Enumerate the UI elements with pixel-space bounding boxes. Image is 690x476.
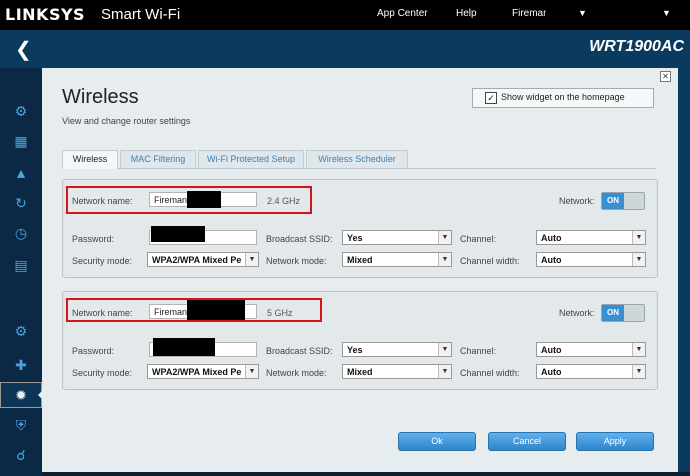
redacted-password — [151, 226, 205, 242]
gear-icon[interactable]: ⚙ — [12, 322, 30, 340]
chevron-down-icon[interactable]: ▼ — [438, 343, 451, 356]
wireless-icon[interactable]: ✹ — [12, 386, 30, 404]
security-mode-label: Security mode: — [72, 368, 133, 378]
page-title: Wireless — [62, 86, 139, 108]
show-widget-label: Show widget on the homepage — [501, 92, 625, 102]
tab-mac-filtering[interactable]: MAC Filtering — [120, 150, 196, 168]
speed-icon[interactable]: ↻ — [12, 194, 30, 212]
channel-label: Channel: — [460, 346, 497, 356]
apply-button[interactable]: Apply — [576, 432, 654, 451]
calendar-icon[interactable]: ▦ — [12, 132, 30, 150]
back-icon[interactable]: ❮ — [15, 37, 32, 62]
chevron-down-icon[interactable]: ▼ — [438, 253, 451, 266]
highlight-box — [66, 298, 322, 322]
network-mode-label: Network mode: — [266, 368, 327, 378]
chevron-down-icon[interactable]: ▼ — [578, 8, 587, 18]
broadcast-ssid-select[interactable]: Yes ▼ — [342, 230, 452, 245]
security-mode-value: WPA2/WPA Mixed Pe — [152, 255, 242, 265]
network-map-icon[interactable]: ⚙ — [12, 102, 30, 120]
page-subtitle: View and change router settings — [62, 116, 191, 126]
user-menu[interactable]: Fireman — [512, 8, 549, 19]
network-mode-value: Mixed — [347, 367, 373, 377]
toggle-on-label: ON — [602, 305, 624, 321]
shield-icon[interactable]: ⛨ — [12, 416, 30, 434]
redacted-username — [546, 5, 576, 21]
clock-icon[interactable]: ◷ — [12, 224, 30, 242]
network-label: Network: — [559, 196, 595, 206]
tab-bar: Wireless MAC Filtering Wi-Fi Protected S… — [62, 150, 656, 169]
wireless-panel: ✕ Wireless View and change router settin… — [42, 68, 678, 472]
channel-value: Auto — [541, 345, 562, 355]
close-icon[interactable]: ✕ — [660, 71, 671, 82]
headset-icon[interactable]: ☌ — [12, 446, 30, 464]
security-mode-select[interactable]: WPA2/WPA Mixed Pe ▼ — [147, 252, 259, 267]
channel-label: Channel: — [460, 234, 497, 244]
redacted-password — [153, 338, 215, 356]
chevron-down-icon[interactable]: ▼ — [632, 365, 645, 378]
app-name: Smart Wi-Fi — [101, 6, 181, 23]
chevron-down-icon[interactable]: ▼ — [632, 343, 645, 356]
chevron-down-icon[interactable]: ▼ — [438, 365, 451, 378]
tab-wireless-scheduler[interactable]: Wireless Scheduler — [306, 150, 408, 168]
channel-select[interactable]: Auto ▼ — [536, 230, 646, 245]
show-widget-toggle[interactable]: ✓ Show widget on the homepage — [472, 88, 654, 108]
sidebar: ⚙ ▦ ▲ ↻ ◷ ▤ ⚙ ✚ ✹ ⛨ ☌ — [0, 68, 43, 476]
broadcast-ssid-value: Yes — [347, 233, 363, 243]
channel-width-select[interactable]: Auto ▼ — [536, 252, 646, 267]
network-mode-value: Mixed — [347, 255, 373, 265]
network-label: Network: — [559, 308, 595, 318]
chevron-down-icon[interactable]: ▼ — [662, 8, 671, 18]
highlight-box — [66, 186, 312, 214]
channel-width-select[interactable]: Auto ▼ — [536, 364, 646, 379]
network-toggle[interactable]: ON — [601, 304, 645, 322]
network-mode-label: Network mode: — [266, 256, 327, 266]
chevron-down-icon[interactable]: ▼ — [438, 231, 451, 244]
checkbox-checked-icon[interactable]: ✓ — [485, 92, 497, 104]
cancel-button[interactable]: Cancel — [488, 432, 566, 451]
chevron-down-icon[interactable]: ▼ — [632, 231, 645, 244]
password-label: Password: — [72, 234, 115, 244]
tab-wireless[interactable]: Wireless — [62, 150, 118, 169]
security-mode-value: WPA2/WPA Mixed Pe — [152, 367, 242, 377]
channel-width-value: Auto — [541, 255, 562, 265]
router-model: WRT1900AC — [589, 38, 684, 55]
broadcast-ssid-label: Broadcast SSID: — [266, 346, 333, 356]
channel-value: Auto — [541, 233, 562, 243]
channel-select[interactable]: Auto ▼ — [536, 342, 646, 357]
chevron-down-icon[interactable]: ▼ — [245, 365, 258, 378]
app-center-link[interactable]: App Center — [377, 8, 428, 19]
top-bar: LINKSYS Smart Wi-Fi App Center Help Fire… — [0, 0, 690, 30]
broadcast-ssid-label: Broadcast SSID: — [266, 234, 333, 244]
warning-icon[interactable]: ▲ — [12, 164, 30, 182]
network-mode-select[interactable]: Mixed ▼ — [342, 364, 452, 379]
chevron-down-icon[interactable]: ▼ — [632, 253, 645, 266]
tab-wifi-protected-setup[interactable]: Wi-Fi Protected Setup — [198, 150, 304, 168]
broadcast-ssid-select[interactable]: Yes ▼ — [342, 342, 452, 357]
channel-width-label: Channel width: — [460, 368, 520, 378]
security-mode-select[interactable]: WPA2/WPA Mixed Pe ▼ — [147, 364, 259, 379]
broadcast-ssid-value: Yes — [347, 345, 363, 355]
redacted-account — [612, 4, 660, 21]
network-toggle[interactable]: ON — [601, 192, 645, 210]
channel-width-value: Auto — [541, 367, 562, 377]
plus-icon[interactable]: ✚ — [12, 356, 30, 374]
chevron-down-icon[interactable]: ▼ — [245, 253, 258, 266]
network-mode-select[interactable]: Mixed ▼ — [342, 252, 452, 267]
password-label: Password: — [72, 346, 115, 356]
ok-button[interactable]: Ok — [398, 432, 476, 451]
ethernet-icon[interactable]: ▤ — [12, 256, 30, 274]
help-link[interactable]: Help — [456, 8, 477, 19]
linksys-logo: LINKSYS — [5, 5, 86, 24]
toggle-on-label: ON — [602, 193, 624, 209]
channel-width-label: Channel width: — [460, 256, 520, 266]
security-mode-label: Security mode: — [72, 256, 133, 266]
